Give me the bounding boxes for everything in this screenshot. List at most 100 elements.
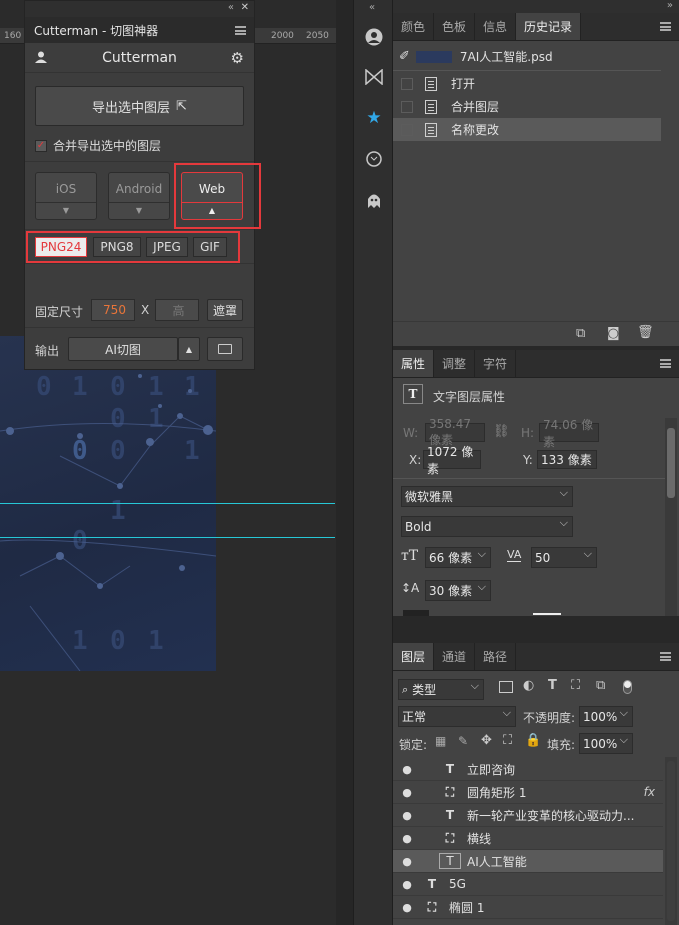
tab-swatches[interactable]: 色板 xyxy=(434,13,476,40)
tab-paths[interactable]: 路径 xyxy=(475,643,517,670)
text-color-swatch[interactable] xyxy=(403,610,429,616)
y-position-field[interactable]: 133 像素 xyxy=(537,450,597,469)
export-button-label: 导出选中图层 xyxy=(92,100,171,116)
panel-menu-icon[interactable] xyxy=(660,359,671,368)
collapse-icon[interactable]: « xyxy=(228,2,234,13)
export-selected-button[interactable]: 导出选中图层 ⇱ xyxy=(35,86,244,126)
blend-mode-select[interactable]: 正常 xyxy=(398,706,516,727)
lock-position-icon[interactable]: ✥ xyxy=(481,733,492,748)
ruler-tick: 2000 xyxy=(271,31,294,41)
layer-row[interactable]: ● T 5G xyxy=(393,873,663,896)
history-item-selected[interactable]: 名称更改 xyxy=(393,118,661,141)
link-icon[interactable]: ⛓ xyxy=(493,424,510,439)
history-item[interactable]: 打开 xyxy=(393,72,661,95)
camera-icon[interactable]: ◙ xyxy=(607,326,620,341)
adjustment-filter-icon[interactable]: ◐ xyxy=(523,678,534,693)
history-checkbox[interactable] xyxy=(401,123,413,136)
history-checkbox[interactable] xyxy=(401,100,413,113)
layer-row[interactable]: ● T 新一轮产业变革的核心驱动力... xyxy=(393,804,663,827)
collapse-icon[interactable]: » xyxy=(667,0,673,11)
layer-row[interactable]: ● ⛶ 椭圆 1 xyxy=(393,896,663,919)
tab-layers[interactable]: 图层 xyxy=(393,643,435,670)
ghost-icon[interactable] xyxy=(359,186,389,216)
output-folder-field[interactable]: AI切图 xyxy=(68,337,178,361)
font-family-select[interactable]: 微软雅黑 xyxy=(401,486,573,507)
tab-properties[interactable]: 属性 xyxy=(393,350,435,377)
image-filter-icon[interactable] xyxy=(499,681,513,693)
bowtie-icon[interactable] xyxy=(359,62,389,92)
merge-export-checkbox[interactable]: ✓ 合并导出选中的图层 xyxy=(35,137,161,154)
platform-android-button[interactable]: Android ▼ xyxy=(108,172,170,220)
visibility-eye-icon[interactable]: ● xyxy=(393,786,421,799)
trash-icon[interactable]: 🗑 xyxy=(637,325,654,340)
new-document-from-state-icon[interactable]: ⧉ xyxy=(576,326,585,341)
shape-filter-icon[interactable]: ⛶ xyxy=(571,678,580,693)
visibility-eye-icon[interactable]: ● xyxy=(393,809,421,822)
visibility-eye-icon[interactable]: ● xyxy=(393,901,421,914)
height-input[interactable]: 高 xyxy=(155,299,199,321)
x-label: X: xyxy=(409,453,422,467)
fixed-size-label: 固定尺寸 xyxy=(35,305,84,319)
layer-row[interactable]: ● ⛶ 横线 xyxy=(393,827,663,850)
panel-menu-icon[interactable] xyxy=(660,652,671,661)
x-position-field[interactable]: 1072 像素 xyxy=(423,445,481,476)
mask-button[interactable]: 遮罩 xyxy=(207,299,243,321)
width-field[interactable]: 358.47 像素 xyxy=(425,417,485,447)
height-field[interactable]: 74.06 像素 xyxy=(539,418,599,449)
chat-bubble-icon[interactable] xyxy=(359,144,389,174)
history-checkbox[interactable] xyxy=(401,77,413,90)
tab-adjustments[interactable]: 调整 xyxy=(434,350,476,377)
smart-object-filter-icon[interactable]: ⧉ xyxy=(596,678,605,693)
platform-ios-button[interactable]: iOS ▼ xyxy=(35,172,97,220)
visibility-eye-icon[interactable]: ● xyxy=(393,855,421,868)
dropdown-arrow-icon[interactable]: ▼ xyxy=(36,202,96,219)
properties-scrollbar[interactable] xyxy=(665,418,677,616)
open-folder-button[interactable] xyxy=(207,337,243,361)
layer-name: 圆角矩形 1 xyxy=(467,785,527,800)
layer-row[interactable]: ● ⛶ 圆角矩形 1 fx xyxy=(393,781,663,804)
width-input[interactable]: 750 xyxy=(91,299,135,321)
history-item[interactable]: 合并图层 xyxy=(393,95,661,118)
leading-field[interactable]: 30 像素 xyxy=(425,580,491,601)
user-avatar-icon[interactable] xyxy=(359,22,389,52)
panel-menu-icon[interactable] xyxy=(235,26,246,35)
gear-icon[interactable]: ⚙ xyxy=(231,49,244,67)
font-size-field[interactable]: 66 像素 xyxy=(425,547,491,568)
opacity-field[interactable]: 100% xyxy=(579,706,633,727)
visibility-eye-icon[interactable]: ● xyxy=(393,832,421,845)
collapse-icon[interactable]: « xyxy=(369,2,375,13)
scrollbar-thumb[interactable] xyxy=(667,428,675,498)
scrollbar-thumb[interactable] xyxy=(667,761,675,921)
font-style-select[interactable]: Bold xyxy=(401,516,573,537)
tab-history[interactable]: 历史记录 xyxy=(516,13,582,40)
user-icon[interactable] xyxy=(35,51,47,63)
history-snapshot[interactable]: ✐ 7AI人工智能.psd xyxy=(393,45,661,68)
lock-artboard-icon[interactable]: ⛶ xyxy=(503,733,512,748)
layer-row-selected[interactable]: ● T AI人工智能 xyxy=(393,850,663,873)
type-filter-icon[interactable]: T xyxy=(548,678,557,693)
visibility-eye-icon[interactable]: ● xyxy=(393,878,421,891)
guide-line[interactable] xyxy=(0,503,335,504)
layer-row[interactable]: ● T 立即咨询 xyxy=(393,758,663,781)
layers-scrollbar[interactable] xyxy=(665,757,677,925)
tab-info[interactable]: 信息 xyxy=(475,13,517,40)
guide-line[interactable] xyxy=(0,537,335,538)
tracking-field[interactable]: 50 xyxy=(531,547,597,568)
lock-transparent-icon[interactable]: ▦ xyxy=(435,734,446,748)
dropdown-arrow-icon[interactable]: ▼ xyxy=(109,202,169,219)
tab-character[interactable]: 字符 xyxy=(475,350,517,377)
fill-field[interactable]: 100% xyxy=(579,733,633,754)
layer-filter-select[interactable]: ⌕ 类型 xyxy=(398,679,484,700)
tab-channels[interactable]: 通道 xyxy=(434,643,476,670)
fx-effects-icon[interactable]: fx xyxy=(644,785,655,799)
tab-color[interactable]: 颜色 xyxy=(393,13,435,40)
lock-pixels-icon[interactable]: ✎ xyxy=(458,734,468,748)
checkbox-checked-icon[interactable]: ✓ xyxy=(35,139,47,152)
output-up-arrow-button[interactable]: ▲ xyxy=(178,337,200,361)
filter-toggle[interactable] xyxy=(623,680,632,694)
lock-all-icon[interactable]: 🔒 xyxy=(525,733,541,748)
panel-menu-icon[interactable] xyxy=(660,22,671,31)
star-icon[interactable]: ★ xyxy=(359,103,389,133)
visibility-eye-icon[interactable]: ● xyxy=(393,763,421,776)
close-icon[interactable]: ✕ xyxy=(241,2,249,13)
